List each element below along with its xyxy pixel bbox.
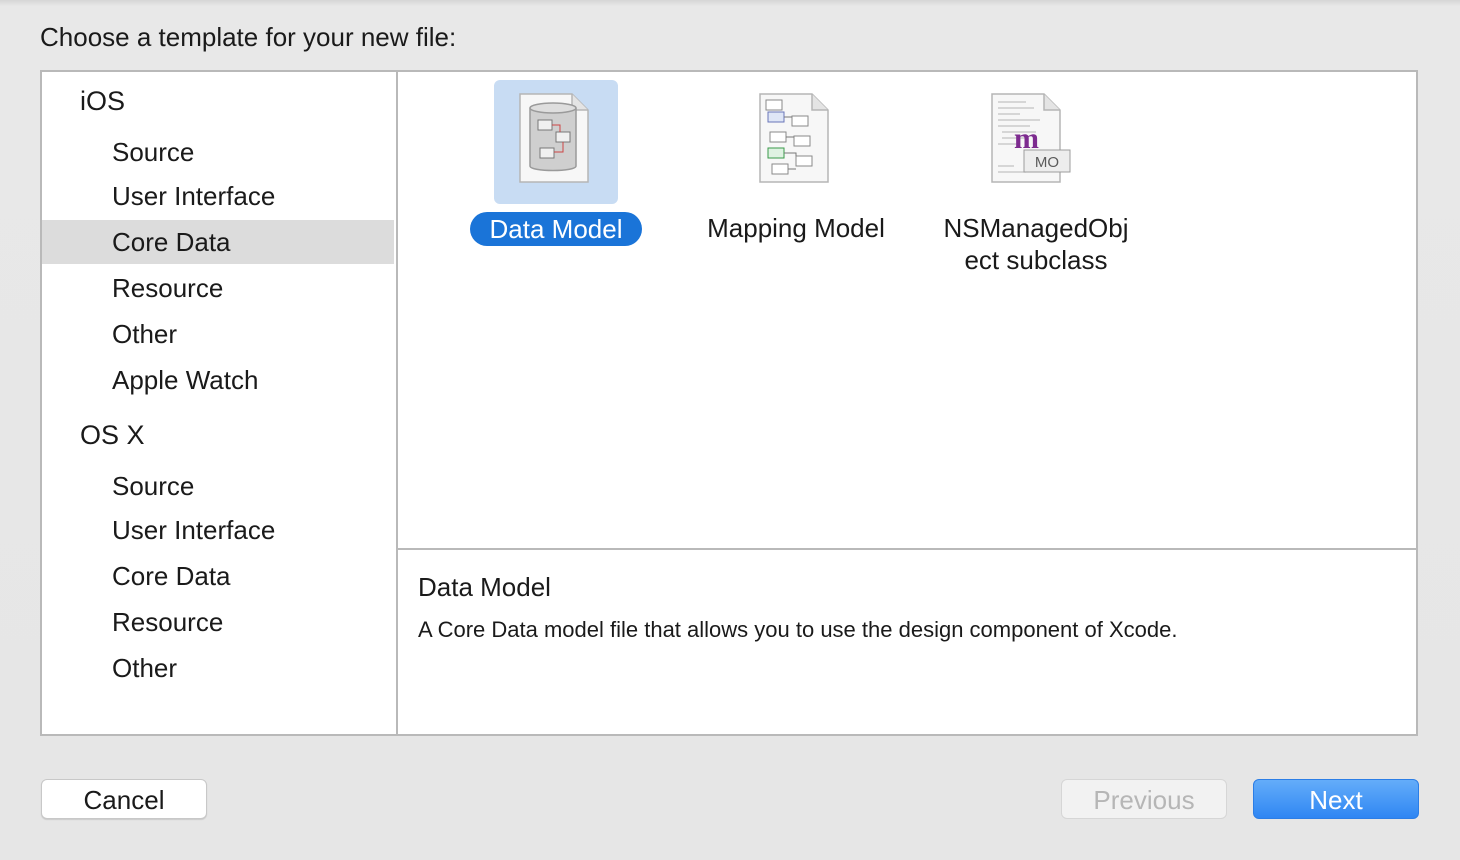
sidebar-item-ios-user-interface[interactable]: User Interface [42, 174, 394, 218]
sidebar-group-osx: OS X [80, 420, 145, 450]
window-top-edge [0, 0, 1460, 6]
mo-badge: MO [1035, 154, 1059, 171]
template-label-line-1: NSManagedObj [943, 213, 1129, 243]
sidebar-item-ios-other[interactable]: Other [42, 312, 394, 356]
sidebar-item-label: Resource [112, 607, 224, 637]
template-icon-area: m MO [916, 72, 1156, 202]
previous-button[interactable]: Previous [1061, 779, 1227, 819]
dialog-prompt: Choose a template for your new file: [40, 22, 457, 52]
sidebar-item-label: Source [112, 137, 195, 167]
template-grid: Data Model Mapping Model m MO NSManagedO… [398, 72, 1416, 548]
sidebar-item-label: Source [112, 471, 195, 501]
sidebar-item-osx-other[interactable]: Other [42, 646, 394, 690]
data-model-icon [519, 93, 589, 183]
sidebar-item-ios-core-data[interactable]: Core Data [42, 220, 394, 264]
template-category-sidebar: iOS Source User Interface Core Data Reso… [42, 72, 398, 734]
mapping-model-icon [759, 93, 829, 183]
sidebar-item-osx-user-interface[interactable]: User Interface [42, 508, 394, 552]
next-button[interactable]: Next [1253, 779, 1419, 819]
sidebar-item-label: User Interface [112, 515, 276, 545]
template-description: Data Model A Core Data model file that a… [418, 572, 1398, 643]
sidebar-item-osx-resource[interactable]: Resource [42, 600, 394, 644]
sidebar-item-label: Core Data [112, 227, 231, 257]
template-label: Data Model [436, 212, 676, 246]
sidebar-item-label: User Interface [112, 181, 276, 211]
sidebar-item-ios-resource[interactable]: Resource [42, 266, 394, 310]
template-mapping-model[interactable]: Mapping Model [676, 72, 916, 272]
sidebar-item-label: Other [112, 319, 178, 349]
cancel-button[interactable]: Cancel [41, 779, 207, 819]
sidebar-item-osx-core-data[interactable]: Core Data [42, 554, 394, 598]
description-title: Data Model [418, 572, 551, 602]
description-divider [398, 548, 1416, 550]
sidebar-item-label: Other [112, 653, 178, 683]
sidebar-item-ios-apple-watch[interactable]: Apple Watch [42, 358, 394, 402]
sidebar-item-label: Resource [112, 273, 224, 303]
sidebar-item-label: Apple Watch [112, 365, 259, 395]
template-chooser-panel: iOS Source User Interface Core Data Reso… [40, 70, 1418, 736]
sidebar-item-osx-source[interactable]: Source [42, 464, 394, 508]
template-icon-area [436, 72, 676, 204]
nsmanagedobject-icon: m MO [991, 93, 1071, 183]
template-nsmanagedobject-subclass[interactable]: m MO NSManagedObj ect subclass [916, 72, 1156, 282]
template-label: Mapping Model [707, 213, 885, 243]
template-icon-area [676, 72, 916, 202]
template-label-line-2: ect subclass [964, 245, 1108, 275]
sidebar-item-ios-source[interactable]: Source [42, 130, 394, 174]
sidebar-group-ios: iOS [80, 86, 126, 116]
description-text: A Core Data model file that allows you t… [418, 617, 1178, 642]
sidebar-item-label: Core Data [112, 561, 231, 591]
template-data-model[interactable]: Data Model [436, 72, 676, 272]
